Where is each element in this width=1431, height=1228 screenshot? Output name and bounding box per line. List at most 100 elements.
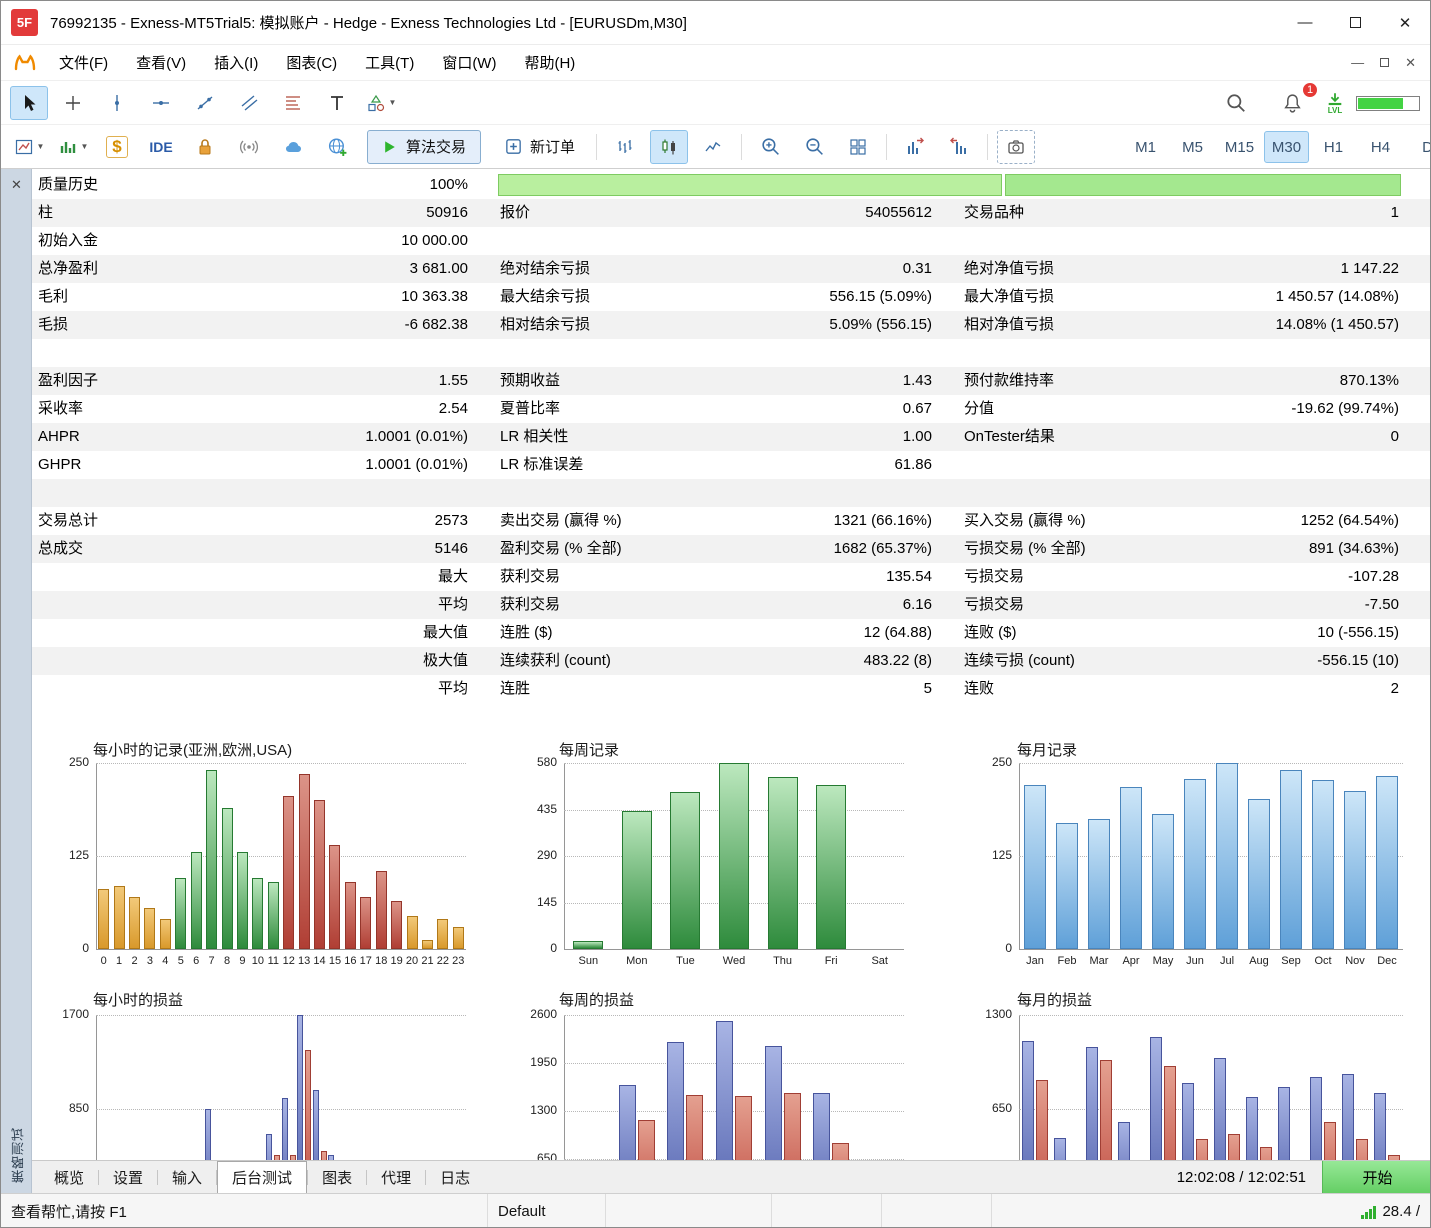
y-tick-label: 125 <box>41 848 89 862</box>
timeframe-button[interactable]: M5 <box>1170 131 1215 163</box>
timeframe-button[interactable]: M15 <box>1217 131 1262 163</box>
tab[interactable]: 日志 <box>426 1161 484 1194</box>
chart-bar <box>1118 1122 1130 1161</box>
stat-value: 1682 (65.37%) <box>834 535 932 563</box>
minimize-button[interactable]: — <box>1280 1 1330 44</box>
cloud-button[interactable] <box>274 130 312 164</box>
menu-item[interactable]: 工具(T) <box>351 45 428 80</box>
y-axis-line <box>564 1015 565 1161</box>
stats-row: 总成交5146盈利交易 (% 全部)1682 (65.37%)亏损交易 (% 全… <box>32 535 1431 563</box>
chart-bar <box>816 785 846 949</box>
menu-item[interactable]: 窗口(W) <box>428 45 510 80</box>
stat-label: 采收率 <box>38 395 83 423</box>
start-button[interactable]: 开始 <box>1322 1161 1431 1194</box>
stat-value: 54055612 <box>865 199 932 227</box>
stats-row: 采收率2.54夏普比率0.67分值-19.62 (99.74%) <box>32 395 1431 423</box>
tester-close-button[interactable]: ✕ <box>1 177 32 193</box>
tab[interactable]: 输入 <box>158 1161 216 1194</box>
stat-label: LR 相关性 <box>500 423 568 451</box>
candlestick-type-button[interactable] <box>650 130 688 164</box>
crosshair-tool-button[interactable] <box>54 86 92 120</box>
timeframe-button[interactable]: M1 <box>1123 131 1168 163</box>
text-tool-button[interactable] <box>318 86 356 120</box>
zoom-out-button[interactable] <box>795 130 833 164</box>
chevron-down-icon: ▼ <box>81 142 89 151</box>
x-tick-label: Sat <box>855 955 904 967</box>
lvl-indicator[interactable]: LVL <box>1326 92 1344 115</box>
chart-bar <box>160 919 171 949</box>
chart-shift-button[interactable] <box>896 130 934 164</box>
zoom-in-button[interactable] <box>751 130 789 164</box>
y-tick-label: 1700 <box>41 1007 89 1021</box>
tab[interactable]: 后台测试 <box>217 1161 307 1194</box>
tab[interactable]: 概览 <box>40 1161 98 1194</box>
chart-bar <box>813 1093 830 1161</box>
stat-value: 10 000.00 <box>401 227 468 255</box>
line-chart-type-button[interactable] <box>694 130 732 164</box>
statusbar-profile[interactable]: Default <box>488 1194 606 1228</box>
mdi-minimize-button[interactable]: — <box>1351 55 1364 70</box>
timeframe-button[interactable]: H1 <box>1311 131 1356 163</box>
chart-bar <box>1086 1047 1098 1161</box>
mdi-close-button[interactable]: ✕ <box>1405 55 1416 71</box>
x-tick-label: 2 <box>127 955 142 967</box>
ide-button[interactable]: IDE <box>142 130 180 164</box>
algo-trading-button[interactable]: 算法交易 <box>367 130 481 164</box>
vertical-line-tool-button[interactable] <box>98 86 136 120</box>
dollar-icon: $ <box>106 136 127 158</box>
notifications-button[interactable]: 1 <box>1273 86 1311 120</box>
timeframe-button[interactable]: M30 <box>1264 131 1309 163</box>
cursor-tool-button[interactable] <box>10 86 48 120</box>
timeframe-button[interactable]: H4 <box>1358 131 1403 163</box>
trendline-tool-button[interactable] <box>186 86 224 120</box>
x-tick-label: 16 <box>343 955 358 967</box>
stat-value: 1.00 <box>903 423 932 451</box>
menu-item[interactable]: 图表(C) <box>272 45 351 80</box>
shapes-tool-button[interactable]: ▼ <box>362 86 400 120</box>
tab[interactable]: 代理 <box>367 1161 425 1194</box>
menu-item[interactable]: 插入(I) <box>200 45 272 80</box>
chart-bar <box>345 882 356 949</box>
tile-windows-button[interactable] <box>839 130 877 164</box>
gridline <box>1019 763 1403 764</box>
x-tick-label: Fri <box>807 955 856 967</box>
stat-label: 质量历史 <box>38 171 98 199</box>
menu-item[interactable]: 帮助(H) <box>510 45 589 80</box>
maximize-button[interactable] <box>1330 1 1380 44</box>
auto-scroll-button[interactable] <box>940 130 978 164</box>
signal-button[interactable] <box>230 130 268 164</box>
y-tick-label: 1300 <box>509 1103 557 1117</box>
chart-bar <box>422 940 433 949</box>
market-watch-button[interactable]: $ <box>98 130 136 164</box>
chart-title: 每周的损益 <box>559 989 634 1010</box>
mdi-window-controls: — ✕ <box>1351 55 1430 71</box>
lock-button[interactable] <box>186 130 224 164</box>
chart-bar <box>129 897 140 949</box>
timeframe-button[interactable]: D <box>1405 131 1431 163</box>
menu-item[interactable]: 查看(V) <box>122 45 200 80</box>
new-chart-button[interactable]: ▼ <box>10 130 48 164</box>
chart-bar <box>622 811 652 949</box>
channel-tool-button[interactable] <box>230 86 268 120</box>
tab[interactable]: 图表 <box>308 1161 366 1194</box>
close-button[interactable]: ✕ <box>1380 1 1430 44</box>
stat-label: 连败 ($) <box>964 619 1017 647</box>
fibonacci-tool-button[interactable] <box>274 86 312 120</box>
chart-profiles-button[interactable]: ▼ <box>54 130 92 164</box>
x-tick-label: Wed <box>710 955 759 967</box>
menu-item[interactable]: 文件(F) <box>45 45 122 80</box>
y-tick-label: 435 <box>509 802 557 816</box>
community-button[interactable] <box>318 130 356 164</box>
new-order-button[interactable]: 新订单 <box>493 130 586 164</box>
search-button[interactable] <box>1217 86 1255 120</box>
chart-bar <box>1342 1074 1354 1161</box>
statusbar-cell <box>882 1194 992 1228</box>
x-tick-label: 6 <box>189 955 204 967</box>
chart-bar <box>407 916 418 949</box>
mdi-restore-button[interactable] <box>1380 58 1389 67</box>
lvl-label: LVL <box>1328 107 1343 115</box>
tab[interactable]: 设置 <box>99 1161 157 1194</box>
horizontal-line-tool-button[interactable] <box>142 86 180 120</box>
bar-chart-type-button[interactable] <box>606 130 644 164</box>
screenshot-button[interactable] <box>997 130 1035 164</box>
